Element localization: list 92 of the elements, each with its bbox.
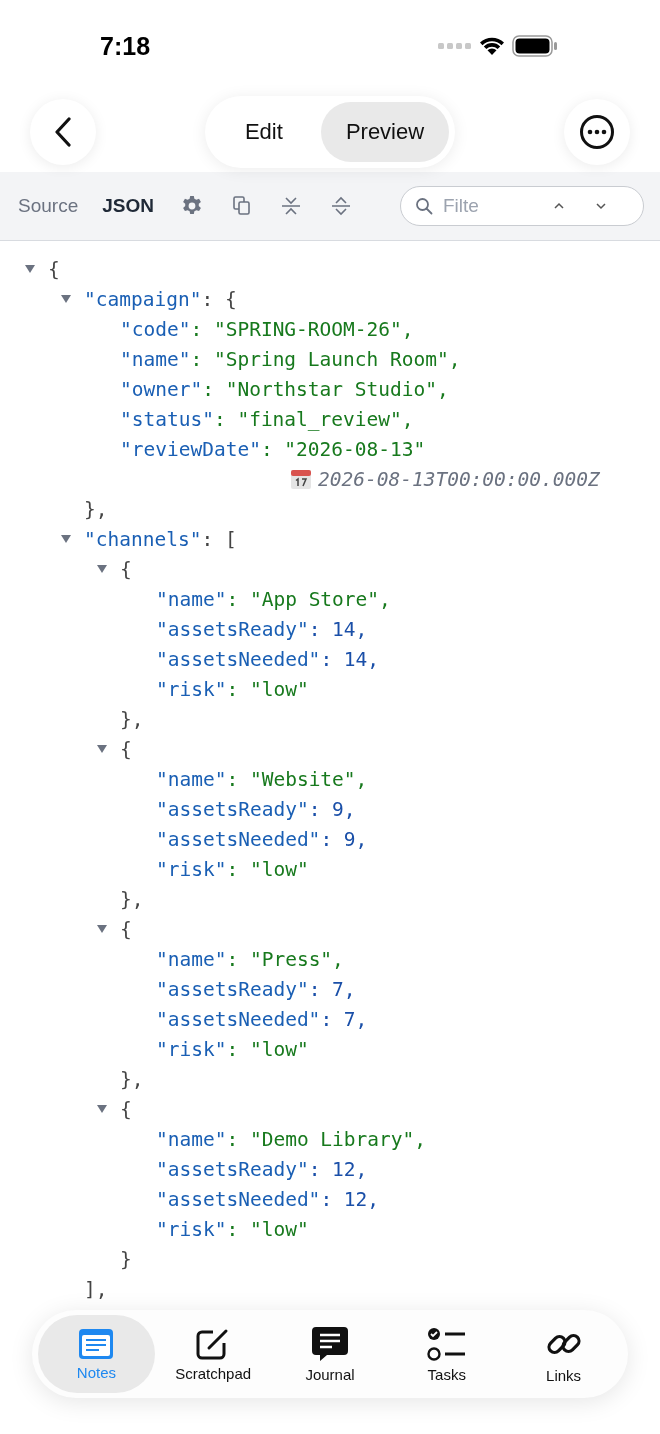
more-icon [579,114,615,150]
tab-bar-item[interactable]: Journal [271,1315,389,1393]
json-bracket: { [120,557,132,581]
json-key: "channels" [84,527,202,551]
expand-all-icon[interactable] [330,196,351,216]
json-key: "name" [120,347,191,371]
json-key: "campaign" [84,287,202,311]
disclosure-triangle-icon[interactable] [60,534,72,544]
json-value: : "App Store", [226,587,391,611]
json-key: "assetsNeeded" [156,827,321,851]
json-value: : "Spring Launch Room", [190,347,461,371]
json-bracket: }, [120,1067,144,1091]
json-value: : 12, [308,1157,368,1181]
battery-icon [512,35,558,57]
disclosure-triangle-icon[interactable] [96,1104,108,1114]
json-key: "risk" [156,857,227,881]
json-value: : 9, [308,797,356,821]
disclosure-triangle-icon[interactable] [96,924,108,934]
calendar-icon [290,468,312,490]
json-value: : 14, [308,617,368,641]
json-value: : "low" [226,1037,309,1061]
json-bracket: ], [84,1277,108,1301]
json-key: "owner" [120,377,203,401]
json-value: : 7, [308,977,356,1001]
search-icon [415,197,433,215]
json-bracket: }, [120,887,144,911]
json-value: : "Website", [226,767,368,791]
json-bracket: { [120,917,132,941]
signal-icon [438,42,472,50]
json-key: "risk" [156,677,227,701]
json-value: : "low" [226,677,309,701]
json-value: : 7, [320,1007,368,1031]
json-key: "name" [156,767,227,791]
json-key: "code" [120,317,191,341]
json-value: : 14, [320,647,380,671]
mode-tab[interactable]: JSON [92,191,164,221]
json-key: "assetsNeeded" [156,1007,321,1031]
disclosure-triangle-icon[interactable] [24,264,36,274]
filter-field[interactable]: Filte [400,186,644,226]
json-key: "name" [156,947,227,971]
tab-bar-item[interactable]: Scratchpad [154,1315,272,1393]
json-key: "assetsReady" [156,797,309,821]
disclosure-triangle-icon[interactable] [96,564,108,574]
tab-bar-item[interactable]: Tasks [388,1315,506,1393]
json-key: "status" [120,407,214,431]
checklist-icon [426,1325,467,1362]
settings-icon[interactable] [180,195,203,217]
json-value: : "low" [226,1217,309,1241]
view-tab[interactable]: Edit [210,102,317,162]
json-bracket: } [120,1247,132,1271]
json-value: : "Northstar Studio", [202,377,449,401]
json-key: "risk" [156,1037,227,1061]
date-annotation: 2026-08-13T00:00:00.000Z [318,467,600,491]
json-key: "assetsNeeded" [156,1187,321,1211]
json-value: : "SPRING-ROOM-26", [190,317,414,341]
json-key: "name" [156,587,227,611]
view-tab[interactable]: Preview [320,102,450,162]
json-key: "reviewDate" [120,437,261,461]
json-bracket: : { [201,287,237,311]
mode-tab[interactable]: Source [8,191,89,221]
notes-icon [78,1327,115,1360]
json-value: : "Demo Library", [226,1127,427,1151]
json-value: : "low" [226,857,309,881]
json-key: "risk" [156,1217,227,1241]
json-key: "assetsReady" [156,617,309,641]
json-key: "assetsReady" [156,977,309,1001]
collapse-all-icon[interactable] [280,196,301,216]
disclosure-triangle-icon[interactable] [96,744,108,754]
next-match-icon[interactable] [595,202,607,210]
json-value: : "final_review", [213,407,414,431]
json-key: "assetsReady" [156,1157,309,1181]
wifi-icon [478,35,506,57]
json-value: : 12, [320,1187,380,1211]
tab-bar-item[interactable]: Links [505,1315,622,1393]
json-bracket: { [120,1097,132,1121]
json-key: "name" [156,1127,227,1151]
previous-match-icon[interactable] [553,202,565,210]
copy-icon[interactable] [232,196,251,216]
json-bracket: }, [120,707,144,731]
json-bracket: }, [84,497,108,521]
json-value: : 9, [320,827,368,851]
message-icon [311,1325,349,1362]
status-time: 7:18 [100,31,151,61]
filter-input[interactable]: Filte [441,194,545,218]
json-bracket: { [120,737,132,761]
disclosure-triangle-icon[interactable] [60,294,72,304]
json-bracket: { [48,257,60,281]
json-key: "assetsNeeded" [156,647,321,671]
json-value: : "2026-08-13" [260,437,426,461]
back-icon [53,117,73,147]
json-value: : "Press", [226,947,344,971]
json-bracket: : [ [201,527,237,551]
